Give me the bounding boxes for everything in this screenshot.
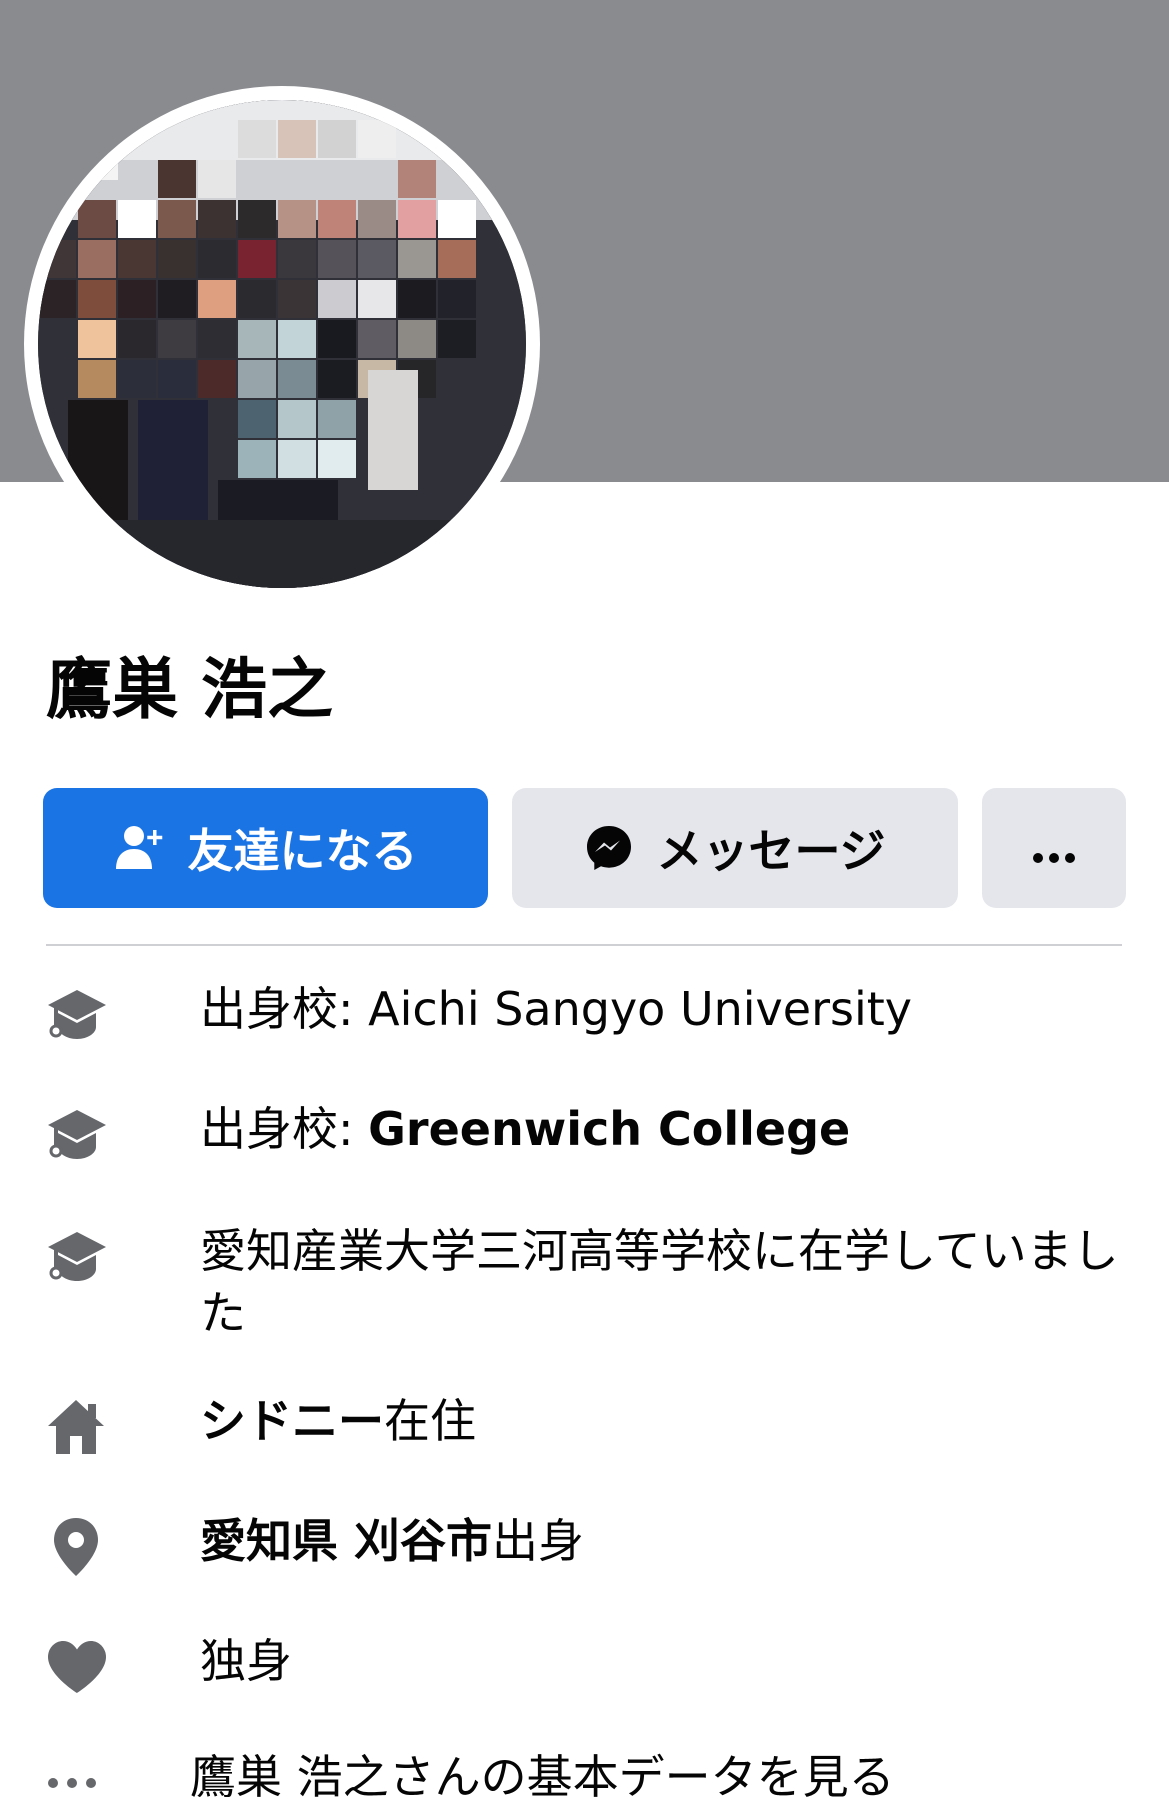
education-text[interactable]: 愛知産業大学三河高等学校に在学していました [200, 1220, 1136, 1344]
graduation-cap-icon [46, 1102, 130, 1168]
graduation-cap-icon [46, 1224, 130, 1290]
message-label: メッセージ [656, 824, 886, 878]
add-friend-label: 友達になる [187, 824, 418, 878]
current-city-link[interactable]: シドニー [200, 1394, 384, 1448]
see-about-info-link[interactable]: 鷹巣 浩之さんの基本データを見る [46, 1746, 1136, 1813]
intro-item-hometown: 愛知県 刈谷市出身 [46, 1510, 1136, 1580]
intro-item-education: 出身校: Greenwich College [46, 1098, 1136, 1168]
add-friend-icon [114, 823, 166, 873]
education-school-link[interactable]: Greenwich College [368, 1102, 850, 1156]
divider [46, 944, 1122, 946]
add-friend-button[interactable]: 友達になる [43, 788, 488, 908]
intro-item-education: 出身校: Aichi Sangyo University [46, 978, 1136, 1048]
ellipsis-icon [1032, 821, 1076, 875]
home-icon [46, 1394, 130, 1460]
profile-picture[interactable] [24, 86, 540, 602]
messenger-icon [584, 823, 634, 873]
hometown-link[interactable]: 愛知県 刈谷市 [200, 1514, 492, 1568]
location-pin-icon [46, 1514, 130, 1580]
message-button[interactable]: メッセージ [512, 788, 958, 908]
intro-item-education: 愛知産業大学三河高等学校に在学していました [46, 1220, 1136, 1344]
profile-page: 鷹巣 浩之 友達になる メッセージ 出身校: Aichi Sangyo Univ… [0, 0, 1169, 1813]
education-prefix: 出身校: [200, 1102, 369, 1156]
profile-picture-image [38, 100, 526, 588]
ellipsis-icon [46, 1750, 130, 1813]
more-options-button[interactable] [982, 788, 1126, 908]
hometown-suffix: 出身 [492, 1514, 585, 1568]
relationship-status: 独身 [200, 1634, 292, 1688]
graduation-cap-icon [46, 982, 130, 1048]
intro-item-current-city: シドニー在住 [46, 1390, 1136, 1460]
current-city-suffix: 在住 [384, 1394, 476, 1448]
education-school-link[interactable]: Aichi Sangyo University [368, 982, 912, 1036]
education-prefix: 出身校: [200, 982, 369, 1036]
heart-icon [46, 1634, 130, 1700]
intro-item-relationship: 独身 [46, 1630, 1136, 1700]
profile-name: 鷹巣 浩之 [46, 651, 333, 728]
see-about-info-label: 鷹巣 浩之さんの基本データを見る [190, 1750, 895, 1804]
